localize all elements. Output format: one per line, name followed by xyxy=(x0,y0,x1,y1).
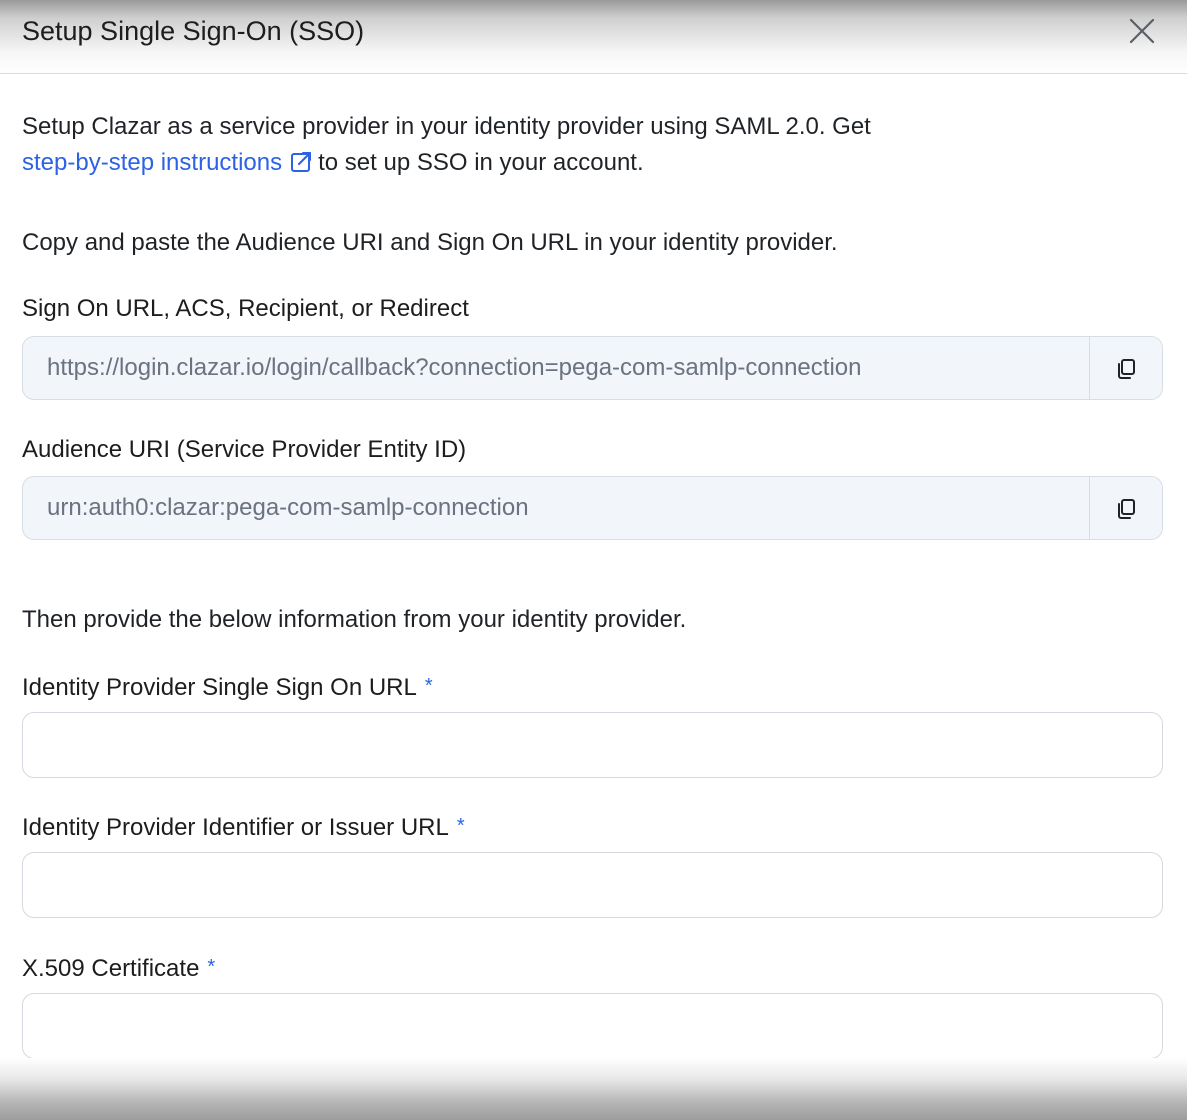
audience-uri-label: Audience URI (Service Provider Entity ID… xyxy=(22,436,467,463)
external-link-icon xyxy=(290,148,312,184)
dialog-title: Setup Single Sign-On (SSO) xyxy=(22,16,365,46)
copy-instruction: Copy and paste the Audience URI and Sign… xyxy=(22,229,838,256)
intro-text-after: to set up SSO in your account. xyxy=(318,149,644,176)
idp-issuer-url-label-text: Identity Provider Identifier or Issuer U… xyxy=(22,814,449,841)
required-marker: * xyxy=(456,815,465,837)
close-button[interactable] xyxy=(1127,16,1157,46)
idp-sso-url-label-text: Identity Provider Single Sign On URL xyxy=(22,674,417,701)
copy-icon xyxy=(1118,499,1135,519)
sign-on-url-field: https://login.clazar.io/login/callback?c… xyxy=(22,336,1163,400)
required-marker: * xyxy=(424,675,433,697)
close-icon xyxy=(1129,18,1155,44)
required-marker: * xyxy=(207,956,216,978)
audience-uri-value[interactable]: urn:auth0:clazar:pega-com-samlp-connecti… xyxy=(47,477,529,539)
intro-text: Setup Clazar as a service provider in yo… xyxy=(22,109,1163,184)
copy-audience-uri-button[interactable] xyxy=(1089,477,1162,539)
intro-text-before: Setup Clazar as a service provider in yo… xyxy=(22,113,871,140)
copy-icon xyxy=(1118,359,1135,379)
idp-sso-url-input[interactable] xyxy=(22,712,1163,778)
sign-on-url-value[interactable]: https://login.clazar.io/login/callback?c… xyxy=(47,337,861,399)
x509-certificate-input[interactable] xyxy=(22,993,1163,1059)
x509-certificate-label: X.509 Certificate * xyxy=(22,951,215,985)
idp-issuer-url-input[interactable] xyxy=(22,852,1163,918)
audience-uri-field: urn:auth0:clazar:pega-com-samlp-connecti… xyxy=(22,476,1163,540)
dialog-header: Setup Single Sign-On (SSO) xyxy=(0,0,1187,74)
sign-on-url-label: Sign On URL, ACS, Recipient, or Redirect xyxy=(22,295,469,322)
idp-issuer-url-label: Identity Provider Identifier or Issuer U… xyxy=(22,810,465,844)
instructions-link[interactable]: step-by-step instructions xyxy=(22,149,318,176)
x509-certificate-label-text: X.509 Certificate xyxy=(22,955,200,982)
provide-instruction: Then provide the below information from … xyxy=(22,606,687,633)
idp-sso-url-label: Identity Provider Single Sign On URL * xyxy=(22,670,433,704)
instructions-link-label: step-by-step instructions xyxy=(22,149,283,176)
footer-fade xyxy=(0,1058,1187,1120)
copy-sign-on-url-button[interactable] xyxy=(1089,337,1162,399)
sso-setup-dialog: Setup Single Sign-On (SSO) Setup Clazar … xyxy=(0,0,1187,1120)
